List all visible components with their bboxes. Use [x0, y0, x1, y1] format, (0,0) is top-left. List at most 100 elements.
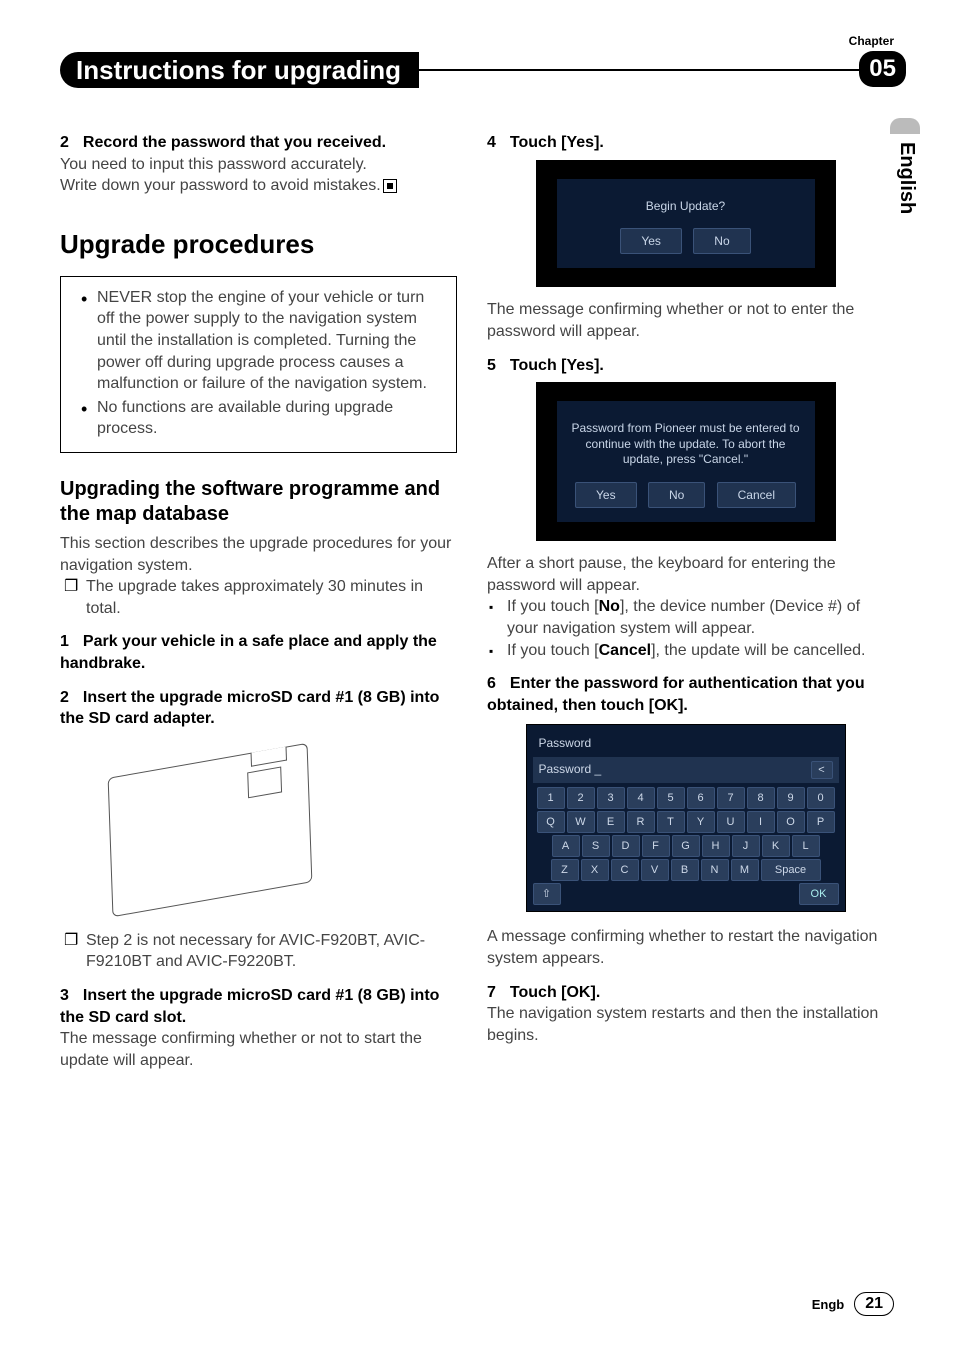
keyboard-key[interactable]: P — [807, 811, 835, 833]
step-7-heading: 7Touch [OK]. — [487, 982, 884, 1004]
screenshot-password-confirm: Password from Pioneer must be entered to… — [536, 382, 836, 541]
step-5-heading: 5Touch [Yes]. — [487, 355, 884, 377]
dialog-no-button[interactable]: No — [648, 482, 705, 508]
keyboard-key[interactable]: 1 — [537, 787, 565, 809]
step-title: Insert the upgrade microSD card #1 (8 GB… — [60, 987, 439, 1026]
side-tab-pill — [890, 118, 920, 134]
keyboard-key[interactable]: 6 — [687, 787, 715, 809]
prestep-2-body-2-text: Write down your password to avoid mistak… — [60, 177, 381, 194]
keyboard-title: Password — [533, 731, 839, 755]
keyboard-key[interactable]: 9 — [777, 787, 805, 809]
step-title: Record the password that you received. — [83, 134, 386, 151]
step-6-heading: 6Enter the password for authentication t… — [487, 673, 884, 716]
step-2-heading: 2Insert the upgrade microSD card #1 (8 G… — [60, 687, 457, 730]
keyboard-key[interactable]: D — [612, 835, 640, 857]
keyboard-key[interactable]: H — [702, 835, 730, 857]
dialog-message: Begin Update? — [569, 199, 803, 215]
keyboard-key[interactable]: B — [671, 859, 699, 881]
ok-key[interactable]: OK — [799, 883, 839, 905]
keyboard-key[interactable]: 8 — [747, 787, 775, 809]
keyboard-key[interactable]: Z — [551, 859, 579, 881]
space-key[interactable]: Space — [761, 859, 821, 881]
step-title: Enter the password for authentication th… — [487, 675, 865, 714]
step-title: Touch [OK]. — [510, 984, 600, 1001]
keyboard-row-1: 1234567890 — [533, 787, 839, 809]
step-3-body: The message confirming whether or not to… — [60, 1028, 457, 1071]
step-4-body: The message confirming whether or not to… — [487, 299, 884, 342]
page-number: 21 — [854, 1292, 894, 1316]
keyboard-key[interactable]: N — [701, 859, 729, 881]
step-6-body: A message confirming whether to restart … — [487, 926, 884, 969]
bullet-text: If you touch [ — [507, 598, 599, 615]
bullet-bold: No — [599, 598, 620, 615]
keyboard-key[interactable]: V — [641, 859, 669, 881]
keyboard-key[interactable]: T — [657, 811, 685, 833]
keyboard-key[interactable]: 5 — [657, 787, 685, 809]
keyboard-key[interactable]: X — [581, 859, 609, 881]
dialog-yes-button[interactable]: Yes — [575, 482, 637, 508]
microsd-outline — [247, 766, 282, 798]
shift-key[interactable]: ⇧ — [533, 883, 561, 905]
left-column: 2Record the password that you received. … — [60, 126, 457, 1071]
sd-adapter-outline — [108, 743, 313, 917]
keyboard-key[interactable]: C — [611, 859, 639, 881]
callout-item-1: NEVER stop the engine of your vehicle or… — [71, 287, 440, 395]
keyboard-key[interactable]: W — [567, 811, 595, 833]
keyboard-key[interactable]: L — [792, 835, 820, 857]
keyboard-key[interactable]: M — [731, 859, 759, 881]
keyboard-key[interactable]: 2 — [567, 787, 595, 809]
chapter-number-badge: 05 — [859, 51, 906, 87]
end-mark-icon — [383, 179, 397, 193]
step-title: Insert the upgrade microSD card #1 (8 GB… — [60, 689, 439, 728]
bullet-text: If you touch [ — [507, 642, 599, 659]
step-number: 4 — [487, 134, 496, 151]
step-number: 3 — [60, 987, 69, 1004]
keyboard-key[interactable]: F — [642, 835, 670, 857]
step-number: 1 — [60, 633, 69, 650]
prestep-2-body-2: Write down your password to avoid mistak… — [60, 175, 457, 197]
dialog-yes-button[interactable]: Yes — [620, 228, 682, 254]
keyboard-key[interactable]: Q — [537, 811, 565, 833]
section-title: Upgrade procedures — [60, 227, 457, 262]
sd-notch — [251, 746, 287, 766]
keyboard-key[interactable]: U — [717, 811, 745, 833]
keyboard-key[interactable]: J — [732, 835, 760, 857]
keyboard-key[interactable]: 4 — [627, 787, 655, 809]
step-3-heading: 3Insert the upgrade microSD card #1 (8 G… — [60, 985, 457, 1028]
keyboard-key[interactable]: 7 — [717, 787, 745, 809]
step-7-body: The navigation system restarts and then … — [487, 1003, 884, 1046]
subsection-heading: Upgrading the software programme and the… — [60, 477, 457, 527]
keyboard-key[interactable]: E — [597, 811, 625, 833]
dialog-no-button[interactable]: No — [693, 228, 750, 254]
keyboard-key[interactable]: I — [747, 811, 775, 833]
keyboard-key[interactable]: K — [762, 835, 790, 857]
keyboard-key[interactable]: A — [552, 835, 580, 857]
keyboard-key[interactable]: S — [582, 835, 610, 857]
dialog-cancel-button[interactable]: Cancel — [717, 482, 796, 508]
callout-box: NEVER stop the engine of your vehicle or… — [60, 276, 457, 453]
language-side-tab: English — [895, 142, 918, 214]
step-number: 6 — [487, 675, 496, 692]
keyboard-key[interactable]: 0 — [807, 787, 835, 809]
password-input-label: Password — [539, 762, 592, 776]
keyboard-key[interactable]: 3 — [597, 787, 625, 809]
callout-item-2: No functions are available during upgrad… — [71, 397, 440, 440]
screenshot-begin-update: Begin Update? Yes No — [536, 160, 836, 288]
keyboard-key[interactable]: Y — [687, 811, 715, 833]
chapter-label: Chapter — [849, 34, 894, 48]
step-title: Touch [Yes]. — [510, 134, 604, 151]
screenshot-password-keyboard: Password Password _ < 1234567890 QWERTYU… — [526, 724, 846, 912]
subsection-note: The upgrade takes approximately 30 minut… — [60, 576, 457, 619]
footer-lang: Engb — [812, 1297, 845, 1312]
dialog-message: Password from Pioneer must be entered to… — [569, 421, 803, 468]
header-bar: Instructions for upgrading — [60, 52, 904, 88]
keyboard-key[interactable]: O — [777, 811, 805, 833]
keyboard-row-4: ZXCVBNMSpace — [533, 859, 839, 881]
step-number: 2 — [60, 134, 69, 151]
keyboard-key[interactable]: R — [627, 811, 655, 833]
step-5-body: After a short pause, the keyboard for en… — [487, 553, 884, 596]
step-number: 2 — [60, 689, 69, 706]
backspace-key[interactable]: < — [811, 761, 833, 779]
keyboard-key[interactable]: G — [672, 835, 700, 857]
bullet-bold: Cancel — [599, 642, 651, 659]
